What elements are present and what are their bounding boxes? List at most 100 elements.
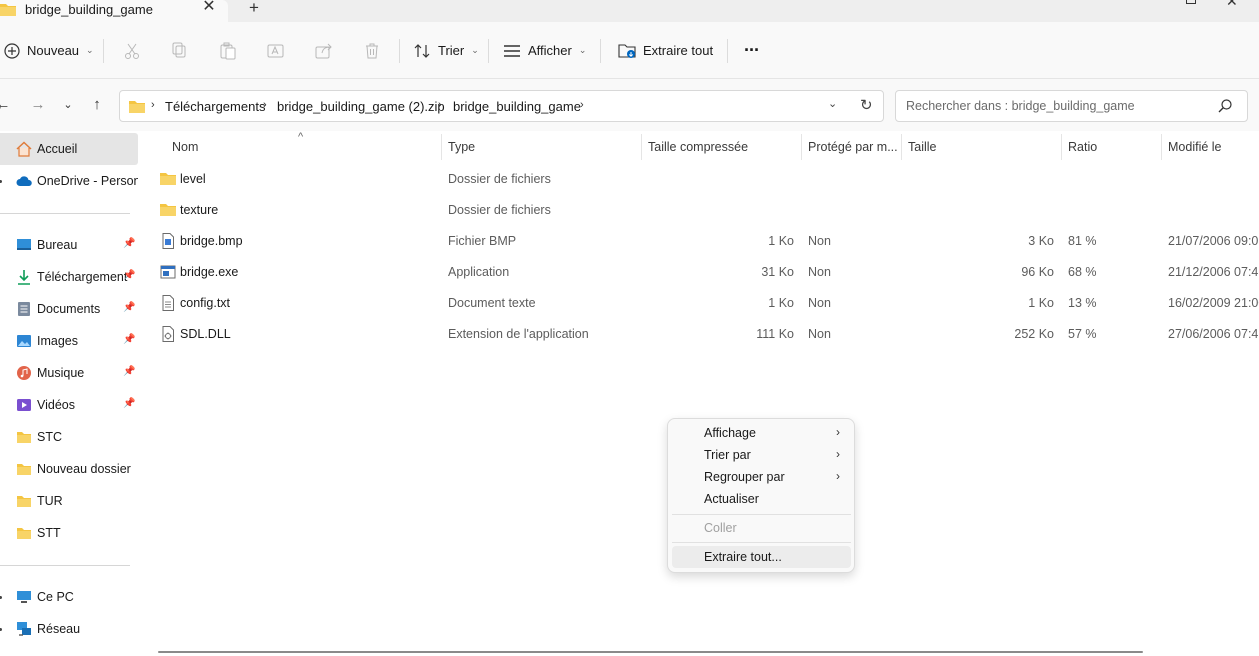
forward-arrow-icon[interactable]: →: [29, 96, 47, 114]
chevron-down-icon: ⌄: [471, 45, 479, 55]
image-icon: [17, 335, 31, 347]
up-arrow-icon[interactable]: ↑: [88, 96, 106, 114]
sidebar-item-images[interactable]: Images 📌: [0, 325, 138, 357]
file-modified: 27/06/2006 07:45: [1168, 327, 1259, 341]
column-divider[interactable]: [901, 134, 902, 160]
menu-item-actualiser[interactable]: Actualiser: [672, 488, 851, 510]
menu-item-extraire-tout[interactable]: Extraire tout...: [672, 546, 851, 568]
pin-icon[interactable]: 📌: [123, 238, 135, 249]
file-type: Dossier de fichiers: [448, 203, 551, 217]
sort-button[interactable]: Trier ⌄: [414, 22, 479, 79]
sidebar-item-stc[interactable]: STC: [0, 421, 138, 453]
menu-item-affichage[interactable]: Affichage ›: [672, 422, 851, 444]
sidebar-item-telechargement[interactable]: Téléchargement 📌: [0, 261, 138, 293]
network-icon: [17, 622, 31, 636]
pin-icon[interactable]: 📌: [123, 270, 135, 281]
column-divider[interactable]: [1061, 134, 1062, 160]
table-row[interactable]: bridge.exe Application 31 Ko Non 96 Ko 6…: [140, 256, 1259, 287]
breadcrumb-chevron-icon[interactable]: ›: [151, 99, 155, 111]
horizontal-scrollbar[interactable]: [158, 651, 1143, 653]
sidebar-item-nouveau-dossier[interactable]: Nouveau dossier: [0, 453, 138, 485]
file-name: config.txt: [180, 296, 231, 310]
sidebar-item-bureau[interactable]: Bureau 📌: [0, 229, 138, 261]
toolbar-separator: [103, 39, 104, 63]
cloud-icon: [16, 176, 32, 186]
column-divider[interactable]: [801, 134, 802, 160]
column-divider[interactable]: [441, 134, 442, 160]
new-button[interactable]: Nouveau ⌄: [4, 22, 94, 79]
file-compressed-size: 31 Ko: [761, 265, 794, 279]
table-row[interactable]: SDL.DLL Extension de l'application 111 K…: [140, 318, 1259, 349]
context-menu: Affichage › Trier par › Regrouper par › …: [667, 418, 855, 573]
sidebar-item-reseau[interactable]: Réseau: [0, 613, 138, 645]
folder-icon: [17, 464, 31, 475]
table-row[interactable]: config.txt Document texte 1 Ko Non 1 Ko …: [140, 287, 1259, 318]
column-header-modified[interactable]: Modifié le: [1168, 140, 1222, 154]
breadcrumb-chevron-icon[interactable]: ›: [580, 99, 584, 111]
address-dropdown-icon[interactable]: ⌄: [828, 97, 837, 110]
recent-locations-chevron-icon[interactable]: ⌄: [59, 96, 77, 114]
table-row[interactable]: texture Dossier de fichiers: [140, 194, 1259, 225]
table-row[interactable]: level Dossier de fichiers: [140, 163, 1259, 194]
tab-close-icon[interactable]: ✕: [201, 0, 217, 15]
sidebar-item-onedrive[interactable]: OneDrive - Persona: [0, 165, 138, 197]
extract-all-button[interactable]: Extraire tout: [618, 22, 713, 79]
column-divider[interactable]: [641, 134, 642, 160]
back-arrow-icon[interactable]: ←: [0, 96, 12, 114]
sidebar-item-musique[interactable]: Musique 📌: [0, 357, 138, 389]
sidebar-item-stt[interactable]: STT: [0, 517, 138, 549]
breadcrumb-zip[interactable]: bridge_building_game (2).zip: [277, 99, 445, 114]
refresh-icon[interactable]: ↻: [860, 96, 873, 114]
chevron-down-icon: ⌄: [86, 45, 94, 55]
sidebar-divider: [0, 565, 130, 566]
pin-icon[interactable]: 📌: [123, 366, 135, 377]
column-header-name[interactable]: Nom: [172, 140, 198, 154]
menu-item-regrouper-par[interactable]: Regrouper par ›: [672, 466, 851, 488]
column-header-ratio[interactable]: Ratio: [1068, 140, 1097, 154]
sidebar-item-tur[interactable]: TUR: [0, 485, 138, 517]
dll-file-icon: [162, 326, 174, 342]
column-header-compressed-size[interactable]: Taille compressée: [648, 140, 748, 154]
maximize-icon[interactable]: [1186, 0, 1196, 4]
delete-icon[interactable]: [363, 42, 381, 60]
new-tab-button[interactable]: +: [246, 0, 262, 16]
address-bar[interactable]: › Téléchargements › bridge_building_game…: [119, 90, 884, 122]
rename-icon[interactable]: [267, 42, 285, 60]
menu-item-label: Extraire tout...: [704, 550, 782, 564]
sidebar-item-videos[interactable]: Vidéos 📌: [0, 389, 138, 421]
pin-icon[interactable]: 📌: [123, 302, 135, 313]
view-button[interactable]: Afficher ⌄: [503, 22, 586, 79]
file-name: level: [180, 172, 206, 186]
expand-dot: [0, 180, 2, 183]
breadcrumb-chevron-icon[interactable]: ›: [263, 99, 267, 111]
paste-icon[interactable]: [219, 42, 237, 60]
more-options-button[interactable]: ···: [744, 22, 760, 79]
column-header-protected[interactable]: Protégé par m...: [808, 140, 898, 154]
file-modified: 21/07/2006 09:06: [1168, 234, 1259, 248]
search-input[interactable]: Rechercher dans : bridge_building_game: [895, 90, 1248, 122]
cut-icon[interactable]: [123, 42, 141, 60]
sidebar-item-accueil[interactable]: Accueil: [0, 133, 138, 165]
column-divider[interactable]: [1161, 134, 1162, 160]
menu-item-trier-par[interactable]: Trier par ›: [672, 444, 851, 466]
sidebar-item-documents[interactable]: Documents 📌: [0, 293, 138, 325]
pin-icon[interactable]: 📌: [123, 334, 135, 345]
sort-label: Trier: [438, 43, 465, 58]
copy-icon[interactable]: [171, 42, 189, 60]
toolbar-separator: [488, 39, 489, 63]
breadcrumb-downloads[interactable]: Téléchargements: [165, 99, 265, 114]
sidebar-divider: [0, 213, 130, 214]
column-header-type[interactable]: Type: [448, 140, 475, 154]
window-close-icon[interactable]: ✕: [1226, 0, 1238, 8]
share-icon[interactable]: [315, 42, 333, 60]
search-icon[interactable]: [1218, 99, 1232, 113]
pin-icon[interactable]: 📌: [123, 398, 135, 409]
tab-bridge-building-game[interactable]: bridge_building_game ✕: [0, 0, 228, 24]
file-type: Dossier de fichiers: [448, 172, 551, 186]
sidebar-item-ce-pc[interactable]: Ce PC: [0, 581, 138, 613]
table-row[interactable]: bridge.bmp Fichier BMP 1 Ko Non 3 Ko 81 …: [140, 225, 1259, 256]
breadcrumb-folder[interactable]: bridge_building_game: [453, 99, 581, 114]
column-header-size[interactable]: Taille: [908, 140, 937, 154]
menu-separator: [672, 542, 851, 543]
breadcrumb-chevron-icon[interactable]: ›: [438, 99, 442, 111]
